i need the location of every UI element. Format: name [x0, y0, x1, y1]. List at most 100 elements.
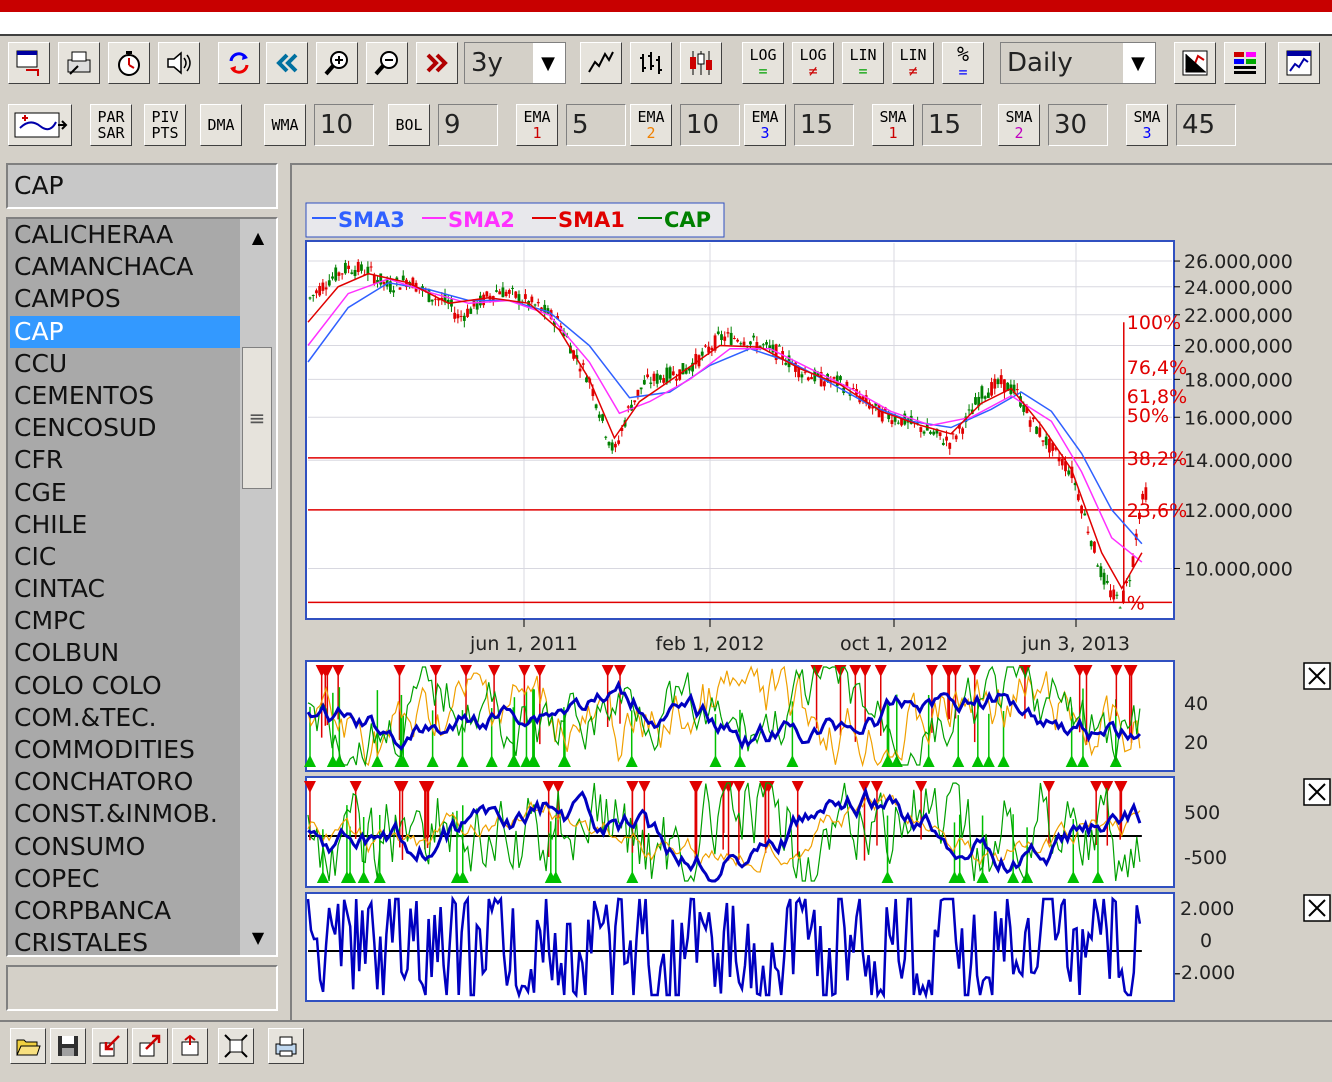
- symbol-list-item[interactable]: COM.&TEC.: [10, 702, 242, 734]
- new-window-icon[interactable]: [8, 42, 50, 84]
- candle-body: [967, 409, 971, 411]
- ema2-button[interactable]: EMA 2: [630, 104, 672, 146]
- scroll-up-icon[interactable]: ▲: [240, 219, 276, 255]
- speaker-icon[interactable]: [158, 42, 200, 84]
- symbol-list-item[interactable]: CRISTALES: [10, 927, 242, 955]
- symbol-list-item[interactable]: CENCOSUD: [10, 412, 242, 444]
- symbol-list-item[interactable]: CAP: [10, 315, 242, 348]
- symbol-list-item[interactable]: CAMPOS: [10, 283, 242, 315]
- symbol-list-item[interactable]: COPEC: [10, 863, 242, 895]
- symbol-list-item[interactable]: CHILE: [10, 509, 242, 541]
- candle-body: [639, 387, 643, 390]
- dma-button[interactable]: DMA: [200, 104, 242, 146]
- scroll-forward-icon[interactable]: [416, 42, 458, 84]
- symbol-list-item[interactable]: CORPBANCA: [10, 895, 242, 927]
- sma3-period-field[interactable]: 45: [1176, 104, 1236, 146]
- chart-canvas[interactable]: SMA3 SMA2 SMA1 CAP 26.000,00024.000,0002…: [292, 165, 1332, 1020]
- symbol-list-item[interactable]: CCU: [10, 348, 242, 380]
- candlestick-chart-icon[interactable]: [680, 42, 722, 84]
- sma1-button[interactable]: SMA 1: [872, 104, 914, 146]
- bol-button[interactable]: BOL: [388, 104, 430, 146]
- candle-body: [668, 367, 672, 379]
- print-setup-icon[interactable]: [58, 42, 100, 84]
- symbol-list-item[interactable]: CONCHATORO: [10, 766, 242, 798]
- ema3-period-field[interactable]: 15: [794, 104, 854, 146]
- chevron-down-icon[interactable]: ▼: [1121, 43, 1155, 83]
- indicator-wizard-icon[interactable]: [8, 104, 72, 146]
- x-tick-label: feb 1, 2012: [656, 633, 765, 655]
- ema2-period-field[interactable]: 10: [680, 104, 740, 146]
- bar-chart-icon[interactable]: [630, 42, 672, 84]
- chevron-down-icon[interactable]: ▼: [531, 43, 565, 83]
- symbol-list-item[interactable]: CIC: [10, 541, 242, 573]
- piv-pts-button[interactable]: PIV PTS: [144, 104, 186, 146]
- symbol-list-item[interactable]: CONSUMO: [10, 831, 242, 863]
- wma-period-field[interactable]: 10: [314, 104, 374, 146]
- fit-screen-icon[interactable]: [218, 1028, 254, 1064]
- line-chart-icon[interactable]: [580, 42, 622, 84]
- print-icon[interactable]: [268, 1028, 304, 1064]
- candle-body: [665, 367, 669, 384]
- symbol-list-item[interactable]: CMPC: [10, 605, 242, 637]
- symbol-list-item[interactable]: COLBUN: [10, 637, 242, 669]
- candle-body: [536, 301, 540, 304]
- symbol-list-item[interactable]: CGE: [10, 477, 242, 509]
- candle-body: [524, 294, 527, 299]
- ema1-button[interactable]: EMA 1: [516, 104, 558, 146]
- symbol-list-item[interactable]: CONST.&INMOB.: [10, 798, 242, 830]
- candle-body: [610, 442, 614, 451]
- scroll-back-icon[interactable]: [266, 42, 308, 84]
- candle-body: [1112, 589, 1116, 600]
- scroll-down-icon[interactable]: ▼: [240, 919, 276, 955]
- symbol-list-item[interactable]: CINTAC: [10, 573, 242, 605]
- save-icon[interactable]: [50, 1028, 86, 1064]
- close-panel-1-icon[interactable]: [1303, 662, 1331, 690]
- symbol-list[interactable]: CALICHERAA CAMANCHACA CAMPOS CAP CCU CEMENTOS…: [6, 217, 278, 957]
- lin-notequal-button[interactable]: LIN ≠: [892, 42, 934, 84]
- chart-settings-icon[interactable]: [1278, 42, 1320, 84]
- open-folder-icon[interactable]: [10, 1028, 46, 1064]
- candle-body: [530, 296, 534, 303]
- candle-body: [462, 315, 466, 321]
- ema3-button[interactable]: EMA 3: [744, 104, 786, 146]
- close-panel-3-icon[interactable]: [1303, 894, 1331, 922]
- log-equal-button[interactable]: LOG =: [742, 42, 784, 84]
- sma2-period-field[interactable]: 30: [1048, 104, 1108, 146]
- candle-body: [511, 287, 514, 289]
- y-tick-label: 22.000,000: [1184, 305, 1293, 327]
- chart-style-icon[interactable]: [1174, 42, 1216, 84]
- zoom-out-icon[interactable]: [366, 42, 408, 84]
- candle-body: [1067, 470, 1071, 475]
- close-panel-2-icon[interactable]: [1303, 778, 1331, 806]
- lin-equal-button[interactable]: LIN =: [842, 42, 884, 84]
- stopwatch-icon[interactable]: [108, 42, 150, 84]
- sma3-button[interactable]: SMA 3: [1126, 104, 1168, 146]
- percent-button[interactable]: % =: [942, 42, 984, 84]
- candle-body: [726, 332, 730, 334]
- sma1-period-field[interactable]: 15: [922, 104, 982, 146]
- refresh-icon[interactable]: [218, 42, 260, 84]
- color-palette-icon[interactable]: [1224, 42, 1266, 84]
- interval-select[interactable]: Daily ▼: [1000, 42, 1156, 84]
- expand-icon[interactable]: [172, 1028, 208, 1064]
- symbol-list-item[interactable]: CEMENTOS: [10, 380, 242, 412]
- scroll-thumb[interactable]: ≡: [242, 347, 272, 489]
- ema1-period-field[interactable]: 5: [566, 104, 626, 146]
- bol-period-field[interactable]: 9: [438, 104, 498, 146]
- symbol-search-input[interactable]: CAP: [6, 163, 278, 209]
- log-notequal-button[interactable]: LOG ≠: [792, 42, 834, 84]
- wma-button[interactable]: WMA: [264, 104, 306, 146]
- candle-body: [607, 441, 611, 446]
- export-icon[interactable]: [132, 1028, 168, 1064]
- symbol-list-item[interactable]: CAMANCHACA: [10, 251, 242, 283]
- symbol-list-item[interactable]: COMMODITIES: [10, 734, 242, 766]
- zoom-in-icon[interactable]: [316, 42, 358, 84]
- symbol-list-scrollbar[interactable]: ▲ ≡ ▼: [240, 219, 276, 955]
- period-select[interactable]: 3y ▼: [464, 42, 566, 84]
- par-sar-button[interactable]: PAR SAR: [90, 104, 132, 146]
- sma2-button[interactable]: SMA 2: [998, 104, 1040, 146]
- symbol-list-item[interactable]: COLO COLO: [10, 670, 242, 702]
- import-icon[interactable]: [92, 1028, 128, 1064]
- symbol-list-item[interactable]: CALICHERAA: [10, 219, 242, 251]
- symbol-list-item[interactable]: CFR: [10, 444, 242, 476]
